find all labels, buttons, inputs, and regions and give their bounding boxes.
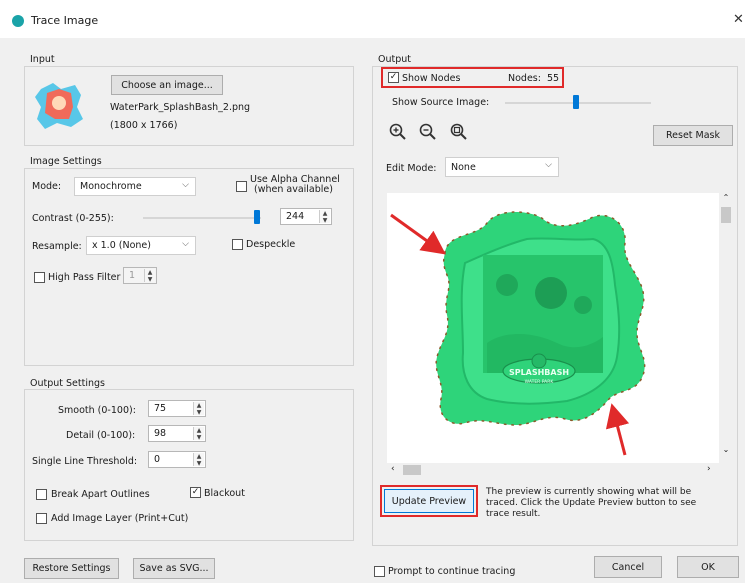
show-nodes-checkbox[interactable]: ✓ bbox=[388, 72, 399, 83]
smooth-label: Smooth (0-100): bbox=[58, 405, 136, 416]
cancel-button[interactable]: Cancel bbox=[594, 556, 662, 578]
show-source-slider-thumb[interactable] bbox=[573, 95, 579, 109]
update-preview-button[interactable]: Update Preview bbox=[384, 489, 474, 513]
logo-text-main: SPLASHBASH bbox=[509, 368, 569, 377]
spin-arrows-icon[interactable]: ▲ ▼ bbox=[193, 453, 204, 467]
detail-stepper[interactable]: 98 ▲ ▼ bbox=[148, 425, 206, 442]
spin-arrows-icon[interactable]: ▲ ▼ bbox=[193, 427, 204, 441]
preview-canvas[interactable]: SPLASHBASH WATER PARK bbox=[387, 193, 719, 463]
reset-mask-button[interactable]: Reset Mask bbox=[653, 125, 733, 146]
chevron-down-icon: ⌵ bbox=[545, 160, 552, 170]
save-as-svg-button[interactable]: Save as SVG... bbox=[133, 558, 215, 579]
scroll-down-icon[interactable]: ⌄ bbox=[719, 445, 733, 454]
resample-dropdown[interactable]: x 1.0 (None) ⌵ bbox=[86, 236, 196, 255]
contrast-slider-track[interactable] bbox=[143, 217, 261, 219]
app-icon bbox=[12, 15, 24, 27]
detail-label: Detail (0-100): bbox=[66, 430, 136, 441]
contrast-label: Contrast (0-255): bbox=[32, 213, 114, 224]
ok-button[interactable]: OK bbox=[677, 556, 739, 578]
resample-label: Resample: bbox=[32, 241, 82, 252]
logo-text-sub: WATER PARK bbox=[525, 379, 555, 385]
use-alpha-checkbox[interactable] bbox=[236, 181, 247, 192]
high-pass-value: 1 bbox=[129, 270, 136, 281]
vertical-scroll-thumb[interactable] bbox=[721, 207, 731, 223]
horizontal-scroll-thumb[interactable] bbox=[403, 465, 421, 475]
break-apart-label: Break Apart Outlines bbox=[51, 489, 150, 500]
input-group-label: Input bbox=[30, 54, 55, 65]
horizontal-scrollbar[interactable]: ‹ › bbox=[387, 463, 719, 477]
title-bar: Trace Image ✕ bbox=[0, 0, 745, 38]
add-image-layer-label: Add Image Layer (Print+Cut) bbox=[51, 513, 189, 524]
zoom-fit-icon[interactable] bbox=[449, 122, 469, 142]
mode-value: Monochrome bbox=[80, 181, 142, 192]
trace-image-dialog: Trace Image ✕ Input Choose an image... W… bbox=[0, 0, 745, 583]
output-group-label: Output bbox=[378, 54, 411, 65]
image-dimensions: (1800 x 1766) bbox=[110, 120, 178, 131]
high-pass-checkbox[interactable] bbox=[34, 272, 45, 283]
single-line-value: 0 bbox=[154, 454, 161, 465]
despeckle-checkbox[interactable] bbox=[232, 239, 243, 250]
high-pass-stepper[interactable]: 1 ▲ ▼ bbox=[123, 267, 157, 284]
mode-dropdown[interactable]: Monochrome ⌵ bbox=[74, 177, 196, 196]
contrast-value: 244 bbox=[286, 211, 305, 222]
chevron-down-icon: ⌵ bbox=[182, 180, 189, 190]
edit-mode-label: Edit Mode: bbox=[386, 163, 437, 174]
break-apart-checkbox[interactable] bbox=[36, 489, 47, 500]
restore-settings-button[interactable]: Restore Settings bbox=[24, 558, 119, 579]
smooth-stepper[interactable]: 75 ▲ ▼ bbox=[148, 400, 206, 417]
nodes-count: 55 bbox=[547, 73, 560, 84]
chevron-down-icon: ⌵ bbox=[182, 239, 189, 249]
nodes-label: Nodes: bbox=[508, 73, 541, 84]
single-line-label: Single Line Threshold: bbox=[32, 456, 138, 467]
show-source-label: Show Source Image: bbox=[392, 97, 490, 108]
prompt-continue-label: Prompt to continue tracing bbox=[388, 566, 516, 577]
scroll-up-icon[interactable]: ⌃ bbox=[719, 193, 733, 202]
file-name: WaterPark_SplashBash_2.png bbox=[110, 102, 251, 113]
blackout-checkbox[interactable]: ✓ bbox=[190, 487, 201, 498]
trace-preview: SPLASHBASH WATER PARK bbox=[390, 211, 646, 456]
scroll-left-icon[interactable]: ‹ bbox=[391, 464, 395, 474]
vertical-scrollbar[interactable]: ⌃ ⌄ bbox=[719, 193, 733, 463]
contrast-stepper[interactable]: 244 ▲ ▼ bbox=[280, 208, 332, 225]
image-settings-group bbox=[24, 168, 354, 366]
spin-arrows-icon[interactable]: ▲ ▼ bbox=[144, 269, 155, 283]
preview-note: The preview is currently showing what wi… bbox=[486, 487, 697, 519]
choose-image-button[interactable]: Choose an image... bbox=[111, 75, 223, 95]
smooth-value: 75 bbox=[154, 403, 167, 414]
zoom-out-icon[interactable] bbox=[418, 122, 438, 142]
scroll-right-icon[interactable]: › bbox=[707, 464, 711, 474]
use-alpha-label: Use Alpha Channel (when available) bbox=[250, 174, 340, 195]
edit-mode-value: None bbox=[451, 161, 476, 173]
close-icon[interactable]: ✕ bbox=[733, 12, 744, 27]
prompt-continue-checkbox[interactable] bbox=[374, 566, 385, 577]
spin-arrows-icon[interactable]: ▲ ▼ bbox=[319, 210, 330, 224]
detail-value: 98 bbox=[154, 428, 167, 439]
blackout-label: Blackout bbox=[204, 488, 245, 499]
resample-value: x 1.0 (None) bbox=[92, 240, 151, 251]
edit-mode-dropdown[interactable]: None ⌵ bbox=[445, 157, 559, 177]
input-thumbnail bbox=[31, 79, 87, 131]
single-line-stepper[interactable]: 0 ▲ ▼ bbox=[148, 451, 206, 468]
despeckle-label: Despeckle bbox=[246, 239, 296, 250]
image-settings-label: Image Settings bbox=[30, 156, 102, 167]
show-nodes-label: Show Nodes bbox=[402, 73, 461, 84]
zoom-in-icon[interactable] bbox=[388, 122, 408, 142]
spin-arrows-icon[interactable]: ▲ ▼ bbox=[193, 402, 204, 416]
window-title: Trace Image bbox=[31, 14, 99, 27]
output-settings-label: Output Settings bbox=[30, 378, 105, 389]
high-pass-label: High Pass Filter bbox=[48, 272, 121, 283]
contrast-slider-thumb[interactable] bbox=[254, 210, 260, 224]
mode-label: Mode: bbox=[32, 181, 62, 192]
add-image-layer-checkbox[interactable] bbox=[36, 513, 47, 524]
